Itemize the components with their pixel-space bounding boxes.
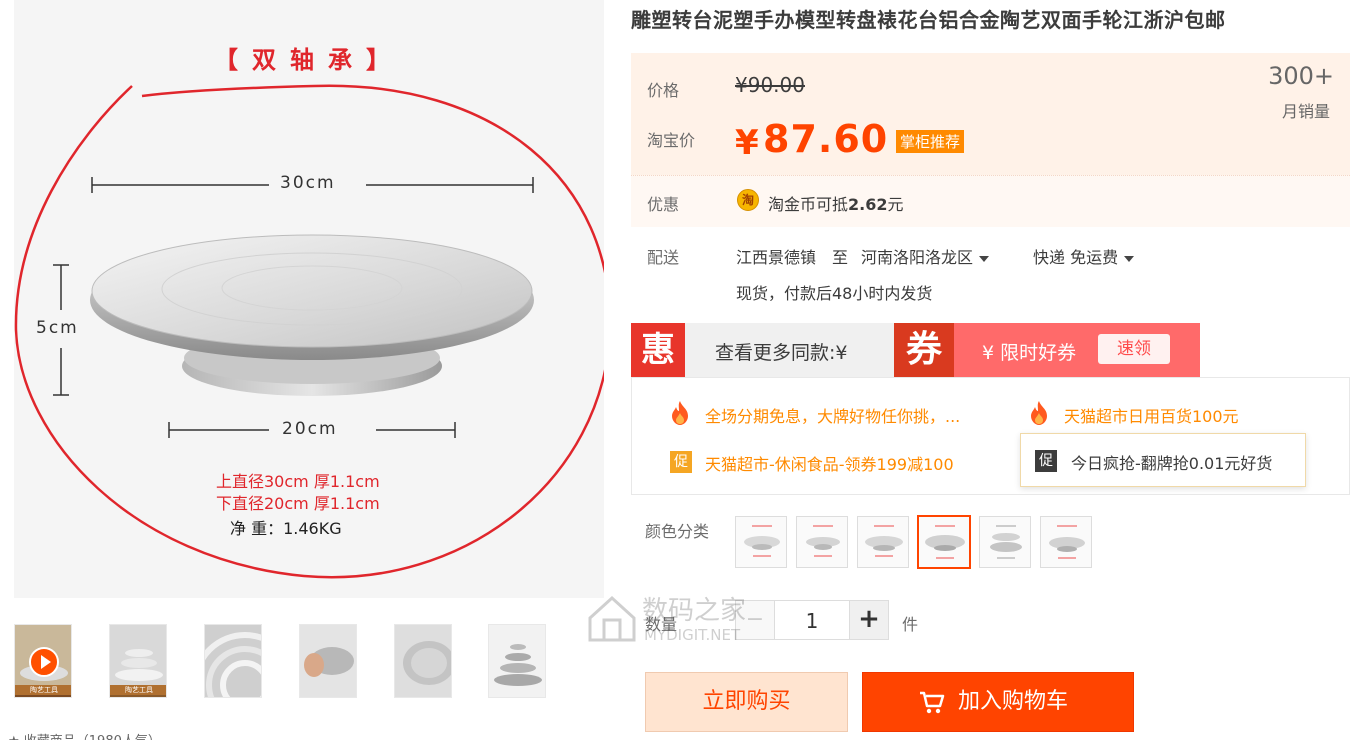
- chevron-down-icon: [1124, 255, 1135, 262]
- quantity-decrement-button[interactable]: −: [735, 600, 775, 640]
- flame-icon: [672, 401, 688, 425]
- flame-icon: [1031, 401, 1047, 425]
- promo-link-installment[interactable]: 全场分期免息，大牌好物任你挑，...: [705, 403, 960, 427]
- flash-sale-text: 今日疯抢-翻牌抢0.01元好货: [1071, 454, 1273, 473]
- chevron-down-icon: [979, 255, 990, 262]
- thumbnail-caption: 陶艺工具: [15, 685, 71, 695]
- color-option-5[interactable]: [979, 516, 1031, 568]
- flash-sale-popup[interactable]: 促 今日疯抢-翻牌抢0.01元好货: [1020, 433, 1306, 487]
- spec-top-diameter: 上直径30cm 厚1.1cm: [216, 472, 380, 491]
- shipping-method-dropdown[interactable]: 快递 免运费: [1033, 244, 1135, 268]
- color-option-3[interactable]: [857, 516, 909, 568]
- thumbnail-caption: 陶艺工具: [110, 685, 166, 695]
- product-title: 雕塑转台泥塑手办模型转盘裱花台铝合金陶艺双面手轮江浙沪包邮: [631, 8, 1226, 32]
- thumbnail-strip: 陶艺工具 陶艺工具: [14, 624, 554, 700]
- spec-bottom-diameter: 下直径20cm 厚1.1cm: [216, 494, 380, 513]
- add-to-cart-button[interactable]: 加入购物车: [862, 672, 1134, 732]
- price-box: 价格 ¥90.00 淘宝价 ¥ 87.60 掌柜推荐 300+ 月销量: [631, 53, 1350, 175]
- thumbnail-video[interactable]: 陶艺工具: [14, 624, 72, 698]
- more-same-style-link[interactable]: 查看更多同款:¥: [685, 323, 894, 377]
- dim-top-label: 30cm: [280, 173, 336, 193]
- buy-now-button[interactable]: 立即购买: [645, 672, 848, 732]
- dim-bottom-label: 20cm: [282, 419, 338, 439]
- promo-link-tmall-snacks[interactable]: 天猫超市-休闲食品-领券199减100: [705, 451, 954, 475]
- current-price: 87.60: [763, 117, 889, 161]
- thumbnail-2[interactable]: 陶艺工具: [109, 624, 167, 698]
- ship-to-word: 至: [832, 248, 849, 267]
- favorite-link[interactable]: ★ 收藏商品（1980人气）: [8, 730, 161, 740]
- ship-to-text: 河南洛阳洛龙区: [861, 248, 974, 267]
- spec-net-weight: 净 重：1.46KG: [230, 519, 342, 538]
- discount-row: 优惠 淘 淘金币可抵2.62元: [631, 175, 1350, 227]
- limited-coupon-banner[interactable]: ¥ 限时好券 速领: [954, 323, 1200, 377]
- discount-label: 优惠: [647, 195, 680, 214]
- dim-side-label: 5cm: [36, 318, 79, 338]
- limited-coupon-text: ¥ 限时好券: [982, 342, 1077, 364]
- claim-coupon-button[interactable]: 速领: [1098, 334, 1170, 364]
- color-option-6[interactable]: [1040, 516, 1092, 568]
- quantity-label: 数量: [645, 615, 678, 634]
- promotion-tag-icon: 促: [1035, 450, 1057, 472]
- discount-text: 淘金币可抵2.62元: [768, 191, 904, 215]
- stock-note: 现货，付款后48小时内发货: [736, 284, 933, 303]
- currency-symbol: ¥: [735, 123, 759, 163]
- color-option-1[interactable]: [735, 516, 787, 568]
- thumbnail-6[interactable]: [488, 624, 546, 698]
- promo-price-label: 淘宝价: [647, 131, 696, 150]
- color-option-4-selected[interactable]: [917, 515, 971, 569]
- shipping-label: 配送: [647, 248, 680, 267]
- thumbnail-3[interactable]: [204, 624, 262, 698]
- color-option-2[interactable]: [796, 516, 848, 568]
- shopkeeper-recommend-badge: 掌柜推荐: [896, 130, 965, 153]
- promotion-tag-icon: 促: [670, 451, 692, 473]
- taojinbi-coin-icon: 淘: [737, 189, 759, 211]
- quantity-increment-button[interactable]: +: [849, 600, 889, 640]
- main-product-image: 【双轴承】 30cm 5cm 20cm 上直径30cm 厚1.1cm 下直径20…: [14, 0, 604, 598]
- price-label: 价格: [647, 81, 680, 100]
- image-header: 【双轴承】: [214, 46, 404, 74]
- coupon-icon: 券: [894, 323, 954, 377]
- discount-prefix: 淘金币可抵: [768, 195, 849, 214]
- promo-link-tmall-daily[interactable]: 天猫超市日用百货100元: [1064, 403, 1239, 427]
- monthly-sales-label: 月销量: [1281, 102, 1330, 121]
- discount-amount: 2.62: [848, 195, 888, 214]
- shopping-cart-icon: [920, 691, 945, 714]
- color-category-label: 颜色分类: [645, 522, 710, 541]
- add-to-cart-label: 加入购物车: [958, 689, 1069, 714]
- ship-from: 江西景德镇: [736, 248, 817, 267]
- shipping-method-text: 快递 免运费: [1033, 248, 1119, 267]
- thumbnail-5[interactable]: [394, 624, 452, 698]
- original-price: ¥90.00: [735, 73, 805, 97]
- hui-icon: 惠: [631, 323, 685, 377]
- discount-unit: 元: [887, 195, 904, 214]
- ship-to-dropdown[interactable]: 河南洛阳洛龙区: [861, 244, 990, 268]
- more-same-text: 查看更多同款:¥: [715, 342, 848, 364]
- thumbnail-4[interactable]: [299, 624, 357, 698]
- quantity-unit: 件: [902, 615, 919, 634]
- play-icon[interactable]: [29, 647, 59, 677]
- quantity-input[interactable]: 1: [775, 600, 849, 640]
- monthly-sales-count: 300+: [1268, 62, 1334, 90]
